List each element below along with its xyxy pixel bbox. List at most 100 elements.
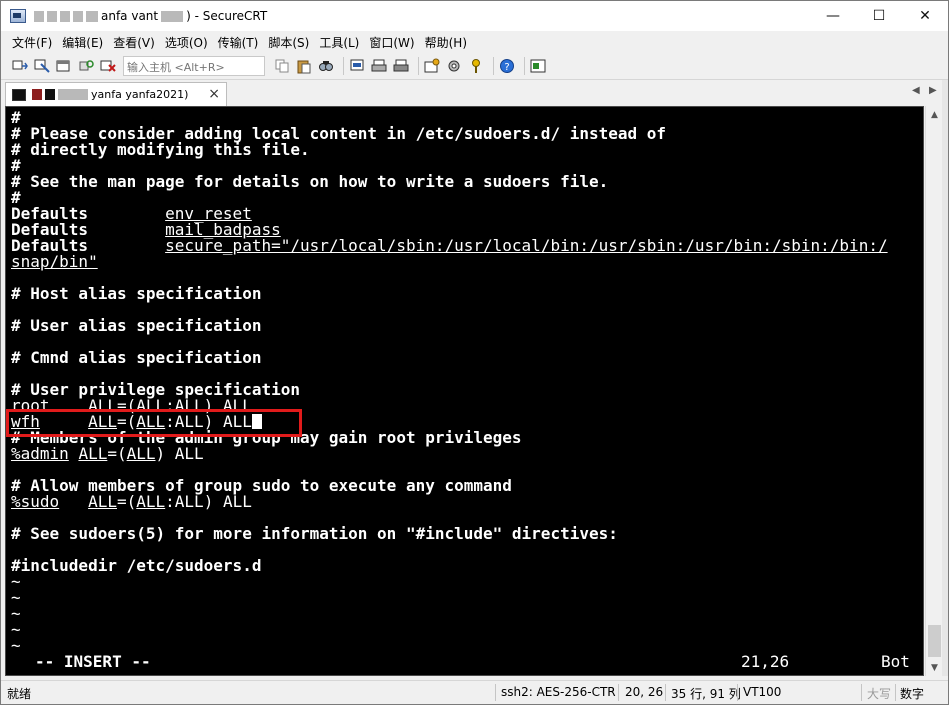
sudoers-rule: ALL: [136, 492, 166, 511]
blurred-text: [73, 10, 83, 22]
global-options-icon[interactable]: [445, 57, 463, 75]
sudoers-rule: :ALL) ALL: [165, 492, 252, 511]
blurred-text: [60, 10, 70, 22]
paste-icon[interactable]: [295, 57, 313, 75]
help-icon[interactable]: ?: [498, 57, 516, 75]
keymap-icon[interactable]: [467, 57, 485, 75]
tab-close-button[interactable]: ×: [208, 86, 220, 102]
tab-strip: yanfa yanfa2021) × ◀ ▶: [1, 80, 948, 106]
status-terminal-size: 35 行, 91 列: [671, 687, 741, 701]
scroll-down-arrow-icon[interactable]: ▼: [926, 659, 943, 676]
session-manager-icon[interactable]: [529, 57, 547, 75]
menu-file[interactable]: 文件(F): [12, 34, 52, 51]
terminal-line: # Cmnd alias specification: [11, 348, 262, 367]
print-selection-icon[interactable]: [370, 57, 388, 75]
terminal-line: # directly modifying this file.: [11, 140, 310, 159]
status-divider: [495, 684, 496, 701]
side-panel-edge: [942, 80, 948, 676]
sudoers-rule: =(: [107, 444, 127, 463]
vim-mode: -- INSERT --: [35, 652, 151, 671]
close-button[interactable]: ✕: [902, 1, 948, 31]
terminal-line: %sudo ALL=(ALL:ALL) ALL: [11, 494, 923, 510]
menu-help[interactable]: 帮助(H): [425, 34, 467, 51]
terminal-line-empty: ~: [11, 588, 21, 607]
status-num-lock: 数字: [900, 687, 925, 701]
status-bar: 就绪 ssh2: AES-256-CTR 20, 26 35 行, 91 列 V…: [1, 680, 948, 704]
menu-window[interactable]: 窗口(W): [369, 34, 414, 51]
terminal-line: # See the man page for details on how to…: [11, 172, 609, 191]
defaults-value: secure_path="/usr/local/sbin:/usr/local/…: [165, 236, 888, 255]
tab-scroll-left[interactable]: ◀: [912, 85, 920, 96]
status-divider: [737, 684, 738, 701]
host-input[interactable]: [123, 56, 265, 76]
terminal-line: %admin ALL=(ALL) ALL: [11, 446, 923, 462]
toolbar-separator: [524, 57, 525, 75]
copy-icon[interactable]: [273, 57, 291, 75]
maximize-button[interactable]: ☐: [856, 1, 902, 31]
print-icon[interactable]: [392, 57, 410, 75]
sudoers-rule: ALL: [78, 444, 108, 463]
terminal-line: # See sudoers(5) for more information on…: [11, 524, 618, 543]
window-title: anfa vant ) - SecureCRT: [34, 9, 267, 23]
find-icon[interactable]: [317, 57, 335, 75]
vim-cursor-position: 21,26: [741, 652, 790, 671]
menu-edit[interactable]: 编辑(E): [62, 34, 103, 51]
quick-connect-icon[interactable]: [33, 57, 51, 75]
toolbar: ?: [1, 53, 948, 80]
session-tab-label: yanfa yanfa2021): [32, 88, 188, 101]
session-options-icon[interactable]: [423, 57, 441, 75]
terminal-line-empty: ~: [11, 604, 21, 623]
terminal-screen[interactable]: # # Please consider adding local content…: [5, 106, 924, 676]
terminal-line-empty: ~: [11, 620, 21, 639]
sudoers-group: %sudo: [11, 492, 60, 511]
blurred-text: [161, 10, 184, 22]
status-divider: [665, 684, 666, 701]
connect-icon[interactable]: [11, 57, 29, 75]
title-bar[interactable]: anfa vant ) - SecureCRT — ☐ ✕: [1, 1, 948, 31]
terminal-cursor: [251, 414, 262, 429]
menu-transfer[interactable]: 传输(T): [218, 34, 259, 51]
menu-options[interactable]: 选项(O): [165, 34, 208, 51]
status-divider: [861, 684, 862, 701]
menu-bar: 文件(F) 编辑(E) 查看(V) 选项(O) 传输(T) 脚本(S) 工具(L…: [1, 31, 948, 53]
window-controls: — ☐ ✕: [810, 1, 948, 31]
terminal-line: # User alias specification: [11, 316, 262, 335]
disconnect-icon[interactable]: [99, 57, 117, 75]
blurred-text: [34, 10, 44, 22]
tab-scroll-right[interactable]: ▶: [929, 85, 937, 96]
print-screen-icon[interactable]: [348, 57, 366, 75]
sudoers-group: %admin: [11, 444, 69, 463]
securecrt-window: anfa vant ) - SecureCRT — ☐ ✕ 文件(F) 编辑(E…: [0, 0, 949, 705]
status-emulation: VT100: [743, 685, 782, 699]
blurred-text: [47, 10, 57, 22]
scroll-up-arrow-icon[interactable]: ▲: [926, 106, 943, 123]
blurred-text: [32, 89, 42, 100]
terminal-session-icon: [12, 88, 26, 101]
session-tab[interactable]: yanfa yanfa2021) ×: [5, 82, 227, 106]
status-caps-lock: 大写: [867, 687, 892, 701]
connect-in-tab-icon[interactable]: [55, 57, 73, 75]
blurred-text: [45, 89, 55, 100]
session-tab-visible-text: yanfa yanfa2021): [91, 88, 189, 101]
toolbar-separator: [493, 57, 494, 75]
status-protocol: ssh2: AES-256-CTR: [501, 685, 616, 699]
scrollbar-thumb[interactable]: [928, 625, 941, 657]
status-divider: [895, 684, 896, 701]
status-ready: 就绪: [7, 687, 32, 701]
menu-tools[interactable]: 工具(L): [319, 34, 359, 51]
terminal-line: Defaults secure_path="/usr/local/sbin:/u…: [11, 238, 923, 254]
sudoers-rule: =(: [116, 492, 137, 511]
status-divider: [618, 684, 619, 701]
terminal-line: #includedir /etc/sudoers.d: [11, 556, 262, 575]
securecrt-app-icon[interactable]: [10, 9, 26, 23]
vim-scroll-position: Bot: [881, 652, 910, 671]
toolbar-separator: [418, 57, 419, 75]
defaults-value-continued: snap/bin": [11, 252, 98, 271]
svg-text:?: ?: [504, 62, 509, 73]
menu-script[interactable]: 脚本(S): [268, 34, 309, 51]
menu-view[interactable]: 查看(V): [113, 34, 155, 51]
reconnect-icon[interactable]: [77, 57, 95, 75]
toolbar-separator: [343, 57, 344, 75]
minimize-button[interactable]: —: [810, 1, 856, 31]
terminal-scrollbar[interactable]: ▲ ▼: [925, 106, 942, 676]
